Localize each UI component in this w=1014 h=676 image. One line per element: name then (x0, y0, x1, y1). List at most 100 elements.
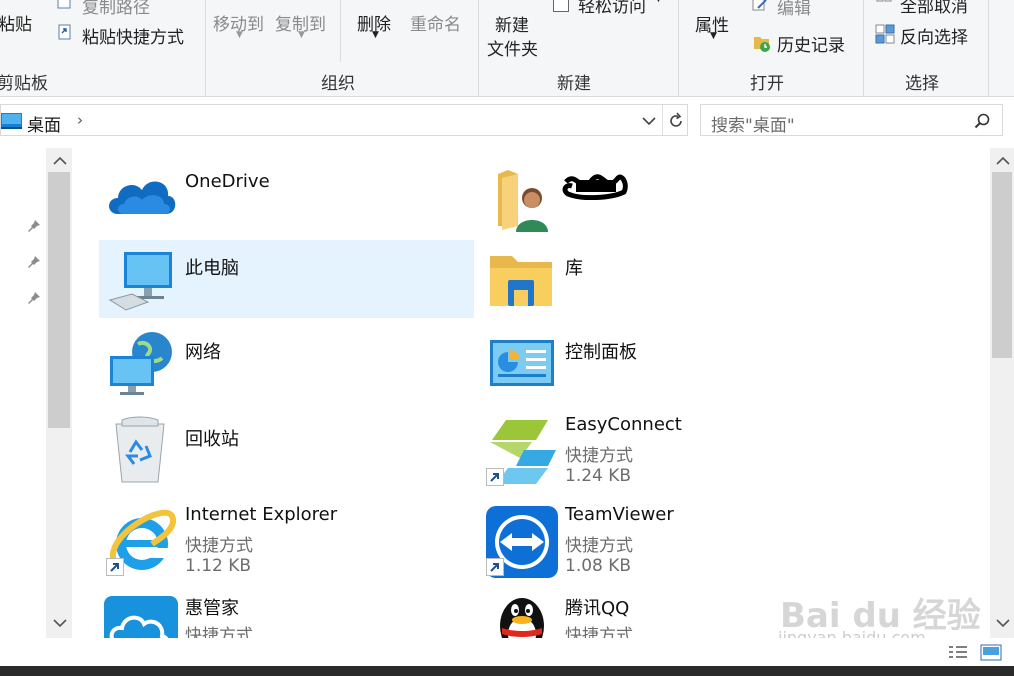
file-item-control-panel[interactable]: 控制面板 (480, 326, 850, 398)
easy-access-checkbox[interactable] (553, 0, 569, 12)
file-type: 快捷方式 (565, 626, 633, 638)
search-placeholder[interactable]: 搜索"桌面" (711, 111, 795, 136)
library-folder-icon (490, 256, 552, 306)
invert-selection-button[interactable]: 反向选择 (900, 23, 968, 48)
address-divider (662, 105, 663, 135)
file-name: 回收站 (185, 429, 239, 450)
clipboard-group-label: 剪贴板 (0, 74, 48, 94)
ribbon-divider (205, 0, 206, 96)
file-size: 1.12 KB (185, 556, 252, 576)
file-item-libraries[interactable]: 库 (480, 242, 850, 314)
open-group-label: 打开 (750, 74, 784, 94)
breadcrumb-chevron-icon[interactable]: › (77, 111, 83, 129)
file-name: 库 (565, 258, 583, 279)
paste-shortcut-button[interactable]: 粘贴快捷方式 (82, 23, 184, 48)
address-location[interactable]: 桌面 (27, 111, 61, 136)
new-group-label: 新建 (557, 74, 591, 94)
ribbon-divider (678, 0, 679, 96)
qq-icon (500, 598, 544, 638)
select-none-icon (876, 0, 892, 2)
file-name: 控制面板 (565, 342, 637, 363)
computer-icon (108, 252, 172, 311)
desktop-background-strip (0, 666, 1014, 676)
pin-icon[interactable] (26, 290, 42, 306)
easy-access-dropdown-icon: ▼ (655, 0, 662, 4)
file-size: 1.08 KB (565, 556, 632, 576)
new-folder-button-line2[interactable]: 文件夹 (487, 35, 538, 60)
scroll-down-icon[interactable] (52, 617, 68, 629)
file-size: 1.24 KB (565, 466, 632, 486)
file-item-network[interactable]: 网络 (100, 326, 470, 398)
details-view-icon[interactable] (948, 644, 968, 662)
delete-dropdown-icon: ▼ (372, 30, 379, 40)
recycle-bin-icon (115, 416, 165, 483)
rename-button[interactable]: 重命名 (410, 10, 461, 35)
paste-button[interactable]: 粘贴 (0, 10, 32, 35)
file-item-onedrive[interactable]: OneDrive (100, 160, 470, 232)
select-group-label: 选择 (905, 74, 939, 94)
file-item-huiguanjia[interactable]: 惠管家 快捷方式 (100, 590, 470, 638)
onedrive-icon (109, 181, 176, 214)
search-icon[interactable] (974, 113, 990, 129)
user-folder-icon (498, 170, 548, 232)
control-panel-icon (490, 340, 554, 386)
easy-access-button[interactable]: 轻松访问 (578, 0, 646, 17)
ribbon-divider (988, 0, 989, 96)
file-item-easyconnect[interactable]: EasyConnect 快捷方式 1.24 KB (480, 410, 850, 490)
scroll-down-icon[interactable] (995, 617, 1011, 629)
shortcut-arrow-icon (486, 468, 504, 486)
nav-pane-scroll-thumb[interactable] (48, 172, 70, 428)
invert-selection-icon (875, 24, 895, 44)
large-icons-view-icon[interactable] (980, 644, 1002, 662)
file-name: Internet Explorer (185, 504, 338, 525)
address-bar[interactable]: 桌面 › (0, 104, 688, 136)
history-button[interactable]: 历史记录 (777, 31, 845, 56)
paste-shortcut-icon (58, 24, 71, 40)
pin-icon[interactable] (26, 218, 42, 234)
copy-path-button[interactable]: 复制路径 (82, 0, 150, 18)
scroll-up-icon[interactable] (52, 155, 68, 167)
file-item-this-pc[interactable]: 此电脑 (100, 242, 470, 314)
file-item-internet-explorer[interactable]: Internet Explorer 快捷方式 1.12 KB (100, 500, 470, 580)
main-scroll-thumb[interactable] (992, 172, 1012, 358)
ribbon: 粘贴 复制路径 粘贴快捷方式 剪贴板 移动到 ▼ 复制到 ▼ 删除 ▼ 重命名 … (0, 0, 1014, 97)
file-item-recycle-bin[interactable]: 回收站 (100, 412, 470, 484)
file-name: TeamViewer (565, 504, 674, 525)
properties-dropdown-icon: ▼ (710, 31, 717, 41)
scroll-up-icon[interactable] (995, 155, 1011, 167)
refresh-icon[interactable] (667, 112, 685, 130)
huiguanjia-icon (104, 596, 178, 638)
file-name: EasyConnect (565, 414, 682, 435)
pin-icon[interactable] (26, 254, 42, 270)
file-name: 此电脑 (185, 258, 239, 279)
new-folder-button[interactable]: 新建 (495, 11, 529, 36)
file-type: 快捷方式 (185, 626, 253, 638)
network-icon (110, 332, 172, 395)
edit-button[interactable]: 编辑 (777, 0, 811, 19)
ribbon-divider (340, 0, 341, 62)
edit-icon (752, 0, 767, 11)
search-box[interactable]: 搜索"桌面" (700, 104, 1003, 136)
copy-to-dropdown-icon: ▼ (298, 30, 305, 40)
file-name: 惠管家 (185, 598, 239, 619)
shortcut-arrow-icon (106, 558, 124, 576)
file-type: 快捷方式 (565, 536, 633, 556)
shortcut-arrow-icon (486, 558, 504, 576)
file-type: 快捷方式 (185, 536, 253, 556)
history-icon (754, 37, 770, 52)
ribbon-divider (863, 0, 864, 96)
file-type: 快捷方式 (565, 446, 633, 466)
move-to-dropdown-icon: ▼ (236, 30, 243, 40)
file-item-teamviewer[interactable]: TeamViewer 快捷方式 1.08 KB (480, 500, 850, 580)
file-item-user-folder[interactable] (480, 160, 850, 232)
file-name: OneDrive (185, 171, 270, 192)
copy-path-icon (57, 0, 71, 9)
address-dropdown-icon[interactable] (641, 115, 657, 127)
organize-group-label: 组织 (321, 74, 355, 94)
desktop-icon (1, 113, 22, 129)
file-name: 网络 (185, 342, 221, 363)
select-none-button[interactable]: 全部取消 (900, 0, 968, 17)
redacted-name-scribble (562, 170, 630, 201)
ribbon-divider (478, 0, 479, 96)
file-name: 腾讯QQ (565, 598, 630, 619)
